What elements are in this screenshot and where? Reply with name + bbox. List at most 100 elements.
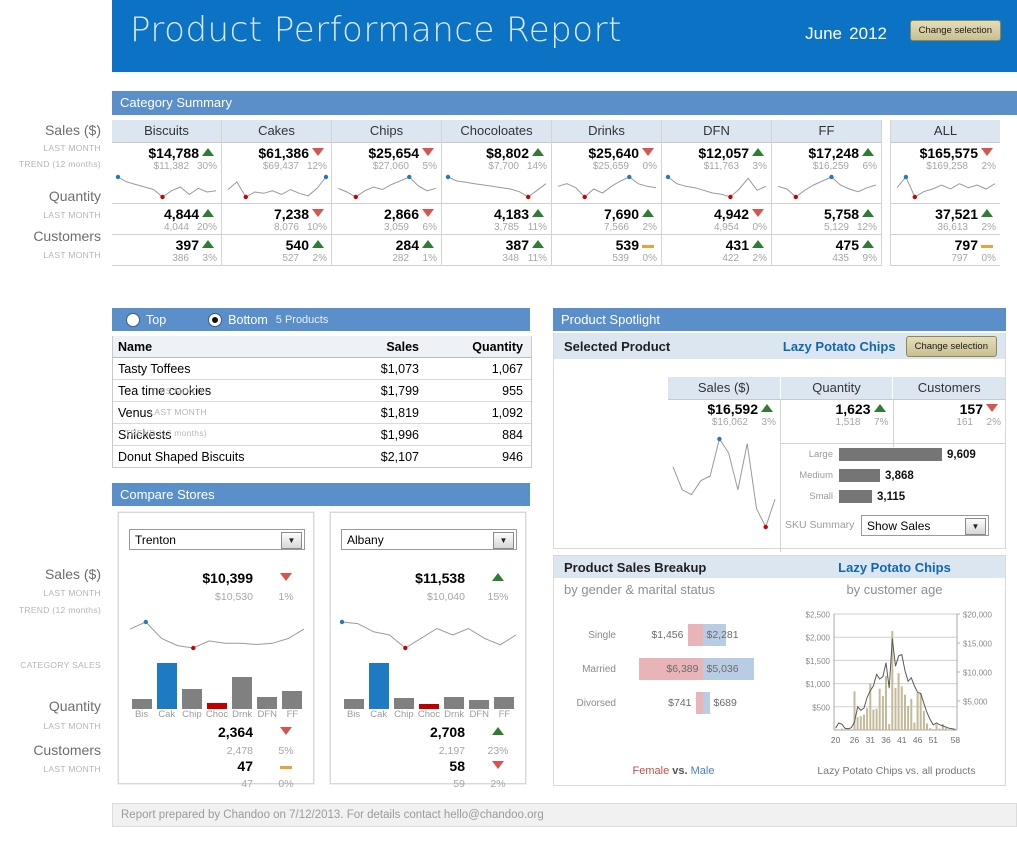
svg-text:$10,000: $10,000: [963, 669, 992, 678]
customers-pct: 11%: [519, 253, 547, 264]
store-select[interactable]: Trenton▼: [129, 529, 305, 550]
spotlight-metric-cell: $16,592$16,0623%: [668, 400, 781, 552]
radio-top[interactable]: [126, 313, 140, 327]
sales-prev: $25,659: [556, 161, 629, 172]
table-row[interactable]: Tasty Toffees$1,0731,067: [113, 358, 531, 380]
store-row-labels: Sales ($) LAST MONTH TREND (12 months) C…: [0, 563, 108, 779]
gender-row: Divorsed$741$689: [566, 686, 781, 720]
spotlight-value: $16,592: [672, 401, 758, 417]
report-header: Product Performance Report June 2012 Cha…: [112, 0, 1017, 72]
category-header: Biscuits: [112, 120, 221, 143]
trend-flat-icon: [280, 766, 292, 769]
spotlight-metric-cell: 1571612%: [894, 400, 1006, 447]
label-quantity: Quantity: [0, 186, 108, 207]
category-column-ff: FF$17,248$16,2596%5,7585,12912%4754359%: [772, 120, 882, 266]
spotlight-pct: 2%: [973, 417, 1001, 428]
product-sales: $1,073: [309, 362, 439, 376]
quantity-value: 4,183: [446, 206, 529, 222]
sku-value: 9,609: [947, 449, 976, 461]
quantity-prev: 36,613: [895, 222, 968, 233]
svg-text:26: 26: [850, 735, 860, 745]
report-footer: Report prepared by Chandoo on 7/12/2013.…: [112, 803, 1017, 827]
product-name: Donut Shaped Biscuits: [113, 450, 309, 464]
customers-prev: 422: [666, 253, 739, 264]
product-name: Tasty Toffees: [113, 362, 309, 376]
change-selection-button-spotlight[interactable]: Change selection: [906, 336, 997, 357]
quantity-pct: 11%: [519, 222, 547, 233]
radio-bottom[interactable]: [208, 313, 222, 327]
store-customers-prev: 47: [129, 778, 267, 790]
breakup-header: Product Sales Breakup Lazy Potato Chips: [554, 556, 1005, 578]
sales-sparkline: [332, 172, 441, 202]
sales-prev: $169,258: [895, 161, 968, 172]
svg-text:36: 36: [881, 735, 891, 745]
label-sales-trend: TREND (12 months): [0, 156, 108, 186]
col-header-quantity: Quantity: [439, 340, 531, 354]
sku-summary-select[interactable]: Show Sales▼: [861, 515, 989, 536]
customers-pct: 0%: [968, 253, 996, 264]
gender-row: Single$1,456$2,281: [566, 618, 781, 652]
sales-prev: $69,437: [226, 161, 299, 172]
category-bar: [369, 663, 389, 709]
customer-age-chart: $500$1,000$1,500$2,000$2,500$5,000$10,00…: [794, 604, 999, 764]
selected-product-label: Selected Product: [554, 339, 783, 354]
quantity-pct: 6%: [409, 222, 437, 233]
category-quantity-block: 4,1833,78511%: [442, 204, 551, 235]
chevron-down-icon[interactable]: ▼: [281, 532, 302, 549]
svg-text:$20,000: $20,000: [963, 611, 992, 620]
label-store-quantity: Quantity: [0, 694, 108, 718]
chevron-down-icon[interactable]: ▼: [493, 532, 514, 549]
category-row-labels: Sales ($) LAST MONTH TREND (12 months) Q…: [0, 120, 108, 265]
category-header: Drinks: [552, 120, 661, 143]
store-sparkline: [127, 617, 307, 651]
category-sales-block: $25,654$27,0605%: [332, 143, 441, 204]
label-spot-last-month: LAST MONTH: [0, 402, 214, 423]
svg-text:$500: $500: [812, 703, 830, 712]
sales-prev: $11,382: [116, 161, 189, 172]
store-category-bars: [341, 651, 517, 709]
category-quantity-block: 37,52136,6132%: [891, 204, 1000, 235]
quantity-prev: 4,044: [116, 222, 189, 233]
svg-text:46: 46: [913, 735, 923, 745]
spotlight-header-row: Sales ($)QuantityCustomers: [668, 377, 1005, 400]
sku-bar: [839, 448, 942, 461]
product-sales: $1,819: [309, 406, 439, 420]
table-row[interactable]: Donut Shaped Biscuits$2,107946: [113, 446, 531, 467]
spotlight-pct: 7%: [861, 417, 889, 428]
category-bar-label: Cak: [154, 709, 179, 720]
svg-text:$15,000: $15,000: [963, 640, 992, 649]
store-category-labels: BisCakChipChocDrnkDFNFF: [129, 709, 305, 720]
customers-prev: 386: [116, 253, 189, 264]
svg-text:$1,500: $1,500: [806, 657, 831, 666]
label-spot-trend: TREND (12 months): [0, 423, 214, 443]
breakup-title: Product Sales Breakup: [554, 560, 784, 575]
category-summary-table: Biscuits$14,788$11,38230%4,8444,04420%39…: [112, 120, 1017, 266]
label-customers-last-month: LAST MONTH: [0, 247, 108, 265]
category-sales-block: $14,788$11,38230%: [112, 143, 221, 204]
sku-bar: [839, 469, 880, 482]
trend-up-icon: [492, 573, 504, 581]
change-selection-button-header[interactable]: Change selection: [910, 20, 1001, 41]
spotlight-prev: $16,062: [672, 417, 748, 428]
chevron-down-icon[interactable]: ▼: [965, 518, 986, 535]
sales-value: $8,802: [446, 145, 529, 161]
label-customers: Customers: [0, 226, 108, 247]
store-customers-value: 47: [129, 758, 267, 774]
trend-down-icon: [422, 209, 434, 217]
category-quantity-block: 2,8663,0596%: [332, 204, 441, 235]
trend-down-icon: [280, 573, 292, 581]
quantity-value: 37,521: [895, 206, 978, 222]
sales-pct: 14%: [519, 161, 547, 172]
customers-prev: 348: [446, 253, 519, 264]
category-sales-block: $8,802$7,70014%: [442, 143, 551, 204]
sales-prev: $16,259: [776, 161, 849, 172]
sales-sparkline: [891, 172, 1000, 202]
label-store-customers: Customers: [0, 739, 108, 761]
quantity-prev: 4,954: [666, 222, 739, 233]
category-sales-block: $25,640$25,6590%: [552, 143, 661, 204]
label-store-quantity-last: LAST MONTH: [0, 718, 108, 739]
quantity-pct: 20%: [189, 222, 217, 233]
category-bar: [394, 698, 414, 709]
compare-stores-title: Compare Stores: [112, 483, 530, 506]
store-select[interactable]: Albany▼: [341, 529, 517, 550]
